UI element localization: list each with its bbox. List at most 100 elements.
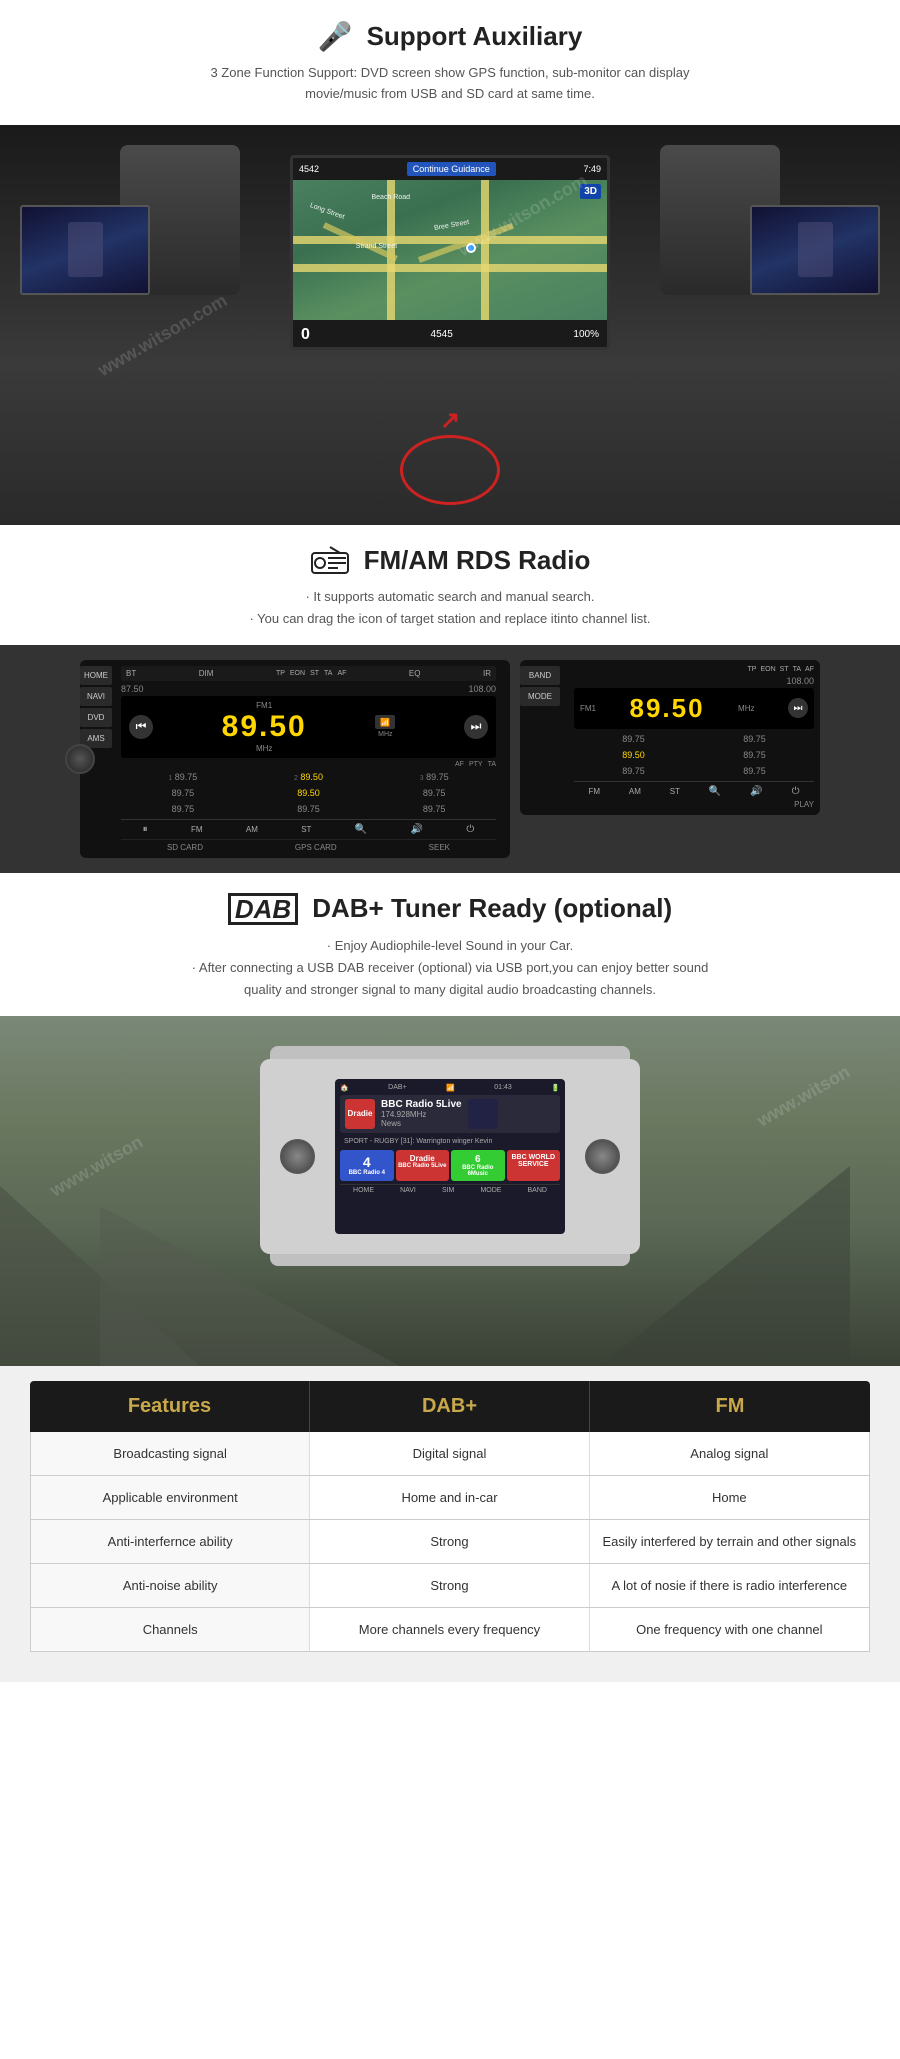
preset-3[interactable]: 3 89.75	[372, 770, 496, 784]
features-col-header-3: FM	[590, 1381, 870, 1432]
preset-9[interactable]: 89.75	[372, 802, 496, 816]
dab-nav-band[interactable]: BAND	[527, 1187, 546, 1194]
radio-right-mhz: MHz	[738, 704, 754, 713]
radio-power-btn[interactable]: ⏻	[466, 824, 474, 835]
feat-label-2: Applicable environment	[31, 1476, 310, 1519]
dab-image-area: 🏠 DAB+ 📶 01:43 🔋 Dradie BBC Radio 5Live …	[0, 1016, 900, 1366]
right-volume-btn[interactable]: 🔊	[750, 786, 762, 797]
dab-tile-bbc4[interactable]: 4 BBC Radio 4	[340, 1150, 394, 1181]
gps-3d-badge: 3D	[580, 184, 601, 199]
radio-right-freq-display: FM1 89.50 MHz ⏭	[574, 688, 814, 729]
mode-btn[interactable]: MODE	[520, 687, 560, 706]
right-preset-3[interactable]: 89.50	[574, 748, 693, 762]
radio-image-area: HOME NAVI DVD AMS BT DIM TP EON ST TA AF…	[0, 645, 900, 873]
radio-knob-left[interactable]	[65, 744, 95, 774]
dab-nav-home[interactable]: HOME	[353, 1187, 374, 1194]
radio-fm1-label: FM1	[222, 701, 307, 710]
band-btn[interactable]: BAND	[520, 666, 560, 685]
dab-nav-navi[interactable]: NAVI	[400, 1187, 416, 1194]
dab-nav-mode[interactable]: MODE	[480, 1187, 501, 1194]
dab-knob-right[interactable]	[585, 1139, 620, 1174]
auxiliary-description: 3 Zone Function Support: DVD screen show…	[210, 63, 690, 105]
right-preset-4[interactable]: 89.75	[695, 748, 814, 762]
features-col-header-1: Features	[30, 1381, 310, 1432]
right-power-btn[interactable]: ⏻	[792, 786, 800, 797]
dab-screen: 🏠 DAB+ 📶 01:43 🔋 Dradie BBC Radio 5Live …	[335, 1079, 565, 1234]
preset-5[interactable]: 89.50	[247, 786, 371, 800]
preset-6[interactable]: 89.75	[372, 786, 496, 800]
street-label-3: Bree Street	[434, 219, 470, 232]
nav-navi[interactable]: NAVI	[80, 687, 112, 706]
feat-dab-5: More channels every frequency	[310, 1608, 589, 1651]
dab-title: DAB+ Tuner Ready (optional)	[312, 893, 672, 924]
radio-card-row: SD CARD GPS CARD SEEK	[121, 839, 496, 852]
preset-1[interactable]: 1 89.75	[121, 770, 245, 784]
radio-dim-label: DIM	[199, 669, 214, 678]
dab-tile-bbc6[interactable]: 6 BBC Radio 6Music	[451, 1150, 505, 1181]
arrow-up: ↗	[440, 406, 460, 435]
radio-pause-btn[interactable]: ⏸	[143, 824, 148, 835]
feature-row-3: Anti-interfernce ability Strong Easily i…	[30, 1520, 870, 1564]
dab-tile-bbcworld[interactable]: BBC WORLD SERVICE	[507, 1150, 561, 1181]
side-screen-left-content	[22, 207, 148, 293]
road-h2	[293, 264, 607, 272]
preset-7[interactable]: 89.75	[121, 802, 245, 816]
feat-dab-4: Strong	[310, 1564, 589, 1607]
dab-knob-left[interactable]	[280, 1139, 315, 1174]
preset-2[interactable]: 2 89.50	[247, 770, 371, 784]
preset-4[interactable]: 89.75	[121, 786, 245, 800]
radio-top-row: BT DIM TP EON ST TA AF EQ IR	[121, 666, 496, 681]
nav-home[interactable]: HOME	[80, 666, 112, 685]
radio-main-freq: 89.50	[222, 710, 307, 744]
right-search-btn[interactable]: 🔍	[709, 786, 721, 797]
feat-dab-3: Strong	[310, 1520, 589, 1563]
radio-side-buttons-right: BAND MODE	[520, 666, 560, 706]
dab-desc-2: · After connecting a USB DAB receiver (o…	[60, 957, 840, 979]
feat-label-4: Anti-noise ability	[31, 1564, 310, 1607]
feat-fm-1: Analog signal	[590, 1432, 869, 1475]
road-h1	[293, 236, 607, 244]
dab-tile-bbc5live[interactable]: Dradie BBC Radio 5Live	[396, 1150, 450, 1181]
nav-buttons-left: HOME NAVI DVD AMS	[80, 666, 112, 748]
radio-right-controls: 📶 MHz	[375, 715, 395, 738]
fm-header-label: FM	[716, 1395, 745, 1417]
radio-icon	[310, 545, 350, 575]
feat-label-3: Anti-interfernce ability	[31, 1520, 310, 1563]
movie-display-right	[752, 207, 878, 293]
dab-section: DAB DAB+ Tuner Ready (optional) · Enjoy …	[0, 873, 900, 1016]
radio-rewind-btn[interactable]: ⏮	[129, 715, 153, 739]
right-preset-1[interactable]: 89.75	[574, 732, 693, 746]
auxiliary-section: 🎤 Support Auxiliary 3 Zone Function Supp…	[0, 0, 900, 125]
preset-8[interactable]: 89.75	[247, 802, 371, 816]
feature-row-5: Channels More channels every frequency O…	[30, 1608, 870, 1652]
feature-row-1: Broadcasting signal Digital signal Analo…	[30, 1432, 870, 1476]
steering-area-circle	[400, 435, 500, 505]
radio-bt-label: BT	[126, 669, 136, 678]
dab-nav-sim[interactable]: SIM	[442, 1187, 454, 1194]
right-preset-2[interactable]: 89.75	[695, 732, 814, 746]
feat-label-1: Broadcasting signal	[31, 1432, 310, 1475]
dab-tiles-grid: 4 BBC Radio 4 Dradie BBC Radio 5Live 6 B…	[340, 1150, 560, 1181]
radio-volume-btn[interactable]: 🔊	[411, 824, 423, 835]
radio-right-bottom: FM AM ST 🔍 🔊 ⏻	[574, 781, 814, 797]
features-header: Features DAB+ FM	[30, 1381, 870, 1432]
radio-desc-2: · You can drag the icon of target statio…	[60, 608, 840, 630]
right-preset-5[interactable]: 89.75	[574, 764, 693, 778]
radio-unit-left: HOME NAVI DVD AMS BT DIM TP EON ST TA AF…	[80, 660, 510, 858]
dab-screen-topbar: 🏠 DAB+ 📶 01:43 🔋	[340, 1084, 560, 1092]
gps-topbar: 4542 Continue Guidance 7:49	[293, 158, 607, 180]
radio-search-btn[interactable]: 🔍	[355, 824, 367, 835]
gps-bottom-num: 4545	[431, 329, 453, 340]
feature-row-2: Applicable environment Home and in-car H…	[30, 1476, 870, 1520]
right-st-label: ST	[670, 787, 680, 796]
nav-dvd[interactable]: DVD	[80, 708, 112, 727]
right-preset-6[interactable]: 89.75	[695, 764, 814, 778]
radio-desc-1: · It supports automatic search and manua…	[60, 586, 840, 608]
radio-right-forward[interactable]: ⏭	[788, 698, 808, 718]
dab-car-unit: 🏠 DAB+ 📶 01:43 🔋 Dradie BBC Radio 5Live …	[270, 1046, 630, 1266]
dab-desc-1: · Enjoy Audiophile-level Sound in your C…	[60, 935, 840, 957]
dab-desc-3: quality and stronger signal to many digi…	[60, 979, 840, 1001]
feat-label-5: Channels	[31, 1608, 310, 1651]
gps-time: 7:49	[583, 164, 601, 174]
radio-forward-btn[interactable]: ⏭	[464, 715, 488, 739]
